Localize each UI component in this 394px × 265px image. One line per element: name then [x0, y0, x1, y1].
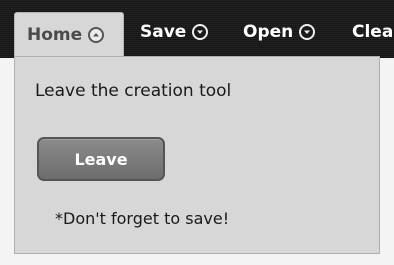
- leave-button[interactable]: Leave: [37, 137, 165, 181]
- tab-open[interactable]: Open: [243, 12, 316, 52]
- right-margin: [380, 58, 394, 265]
- tab-save[interactable]: Save: [140, 12, 209, 52]
- tab-clear-label: Clea: [352, 22, 394, 42]
- bottom-margin: [0, 254, 394, 265]
- tab-home[interactable]: Home: [14, 12, 124, 56]
- tab-save-label: Save: [140, 22, 187, 42]
- chevron-down-circle-icon: [299, 24, 316, 40]
- chevron-down-circle-icon: [192, 24, 209, 40]
- app-frame: Save Open Clea Home Leave the creation t…: [0, 0, 394, 265]
- tab-home-label: Home: [27, 24, 83, 45]
- tab-open-label: Open: [243, 22, 294, 42]
- tab-clear[interactable]: Clea: [352, 12, 393, 52]
- save-reminder-note: *Don't forget to save!: [55, 209, 230, 228]
- panel-heading: Leave the creation tool: [35, 81, 232, 101]
- home-dropdown-panel: Leave the creation tool Leave *Don't for…: [14, 56, 380, 254]
- left-margin: [0, 58, 14, 265]
- chevron-up-circle-icon: [88, 26, 105, 43]
